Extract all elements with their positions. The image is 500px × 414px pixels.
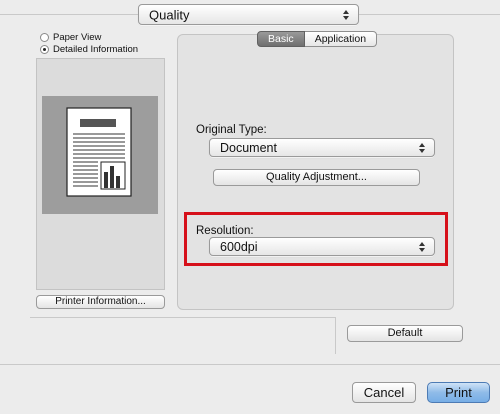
- print-label: Print: [445, 385, 472, 400]
- printer-information-label: Printer Information...: [55, 296, 146, 307]
- document-preview-icon: [66, 107, 132, 197]
- detailed-information-label: Detailed Information: [53, 44, 139, 55]
- middle-vertical-divider: [335, 317, 336, 354]
- resolution-highlight-box: [184, 212, 448, 266]
- cancel-label: Cancel: [363, 385, 405, 400]
- tab-application[interactable]: Application: [304, 31, 378, 47]
- cancel-button[interactable]: Cancel: [352, 382, 416, 403]
- tab-bar: Basic Application: [257, 31, 378, 47]
- settings-menu-value: Quality: [149, 7, 190, 22]
- default-label: Default: [387, 327, 423, 339]
- middle-divider: [30, 317, 335, 318]
- original-type-select[interactable]: Document: [209, 138, 435, 157]
- quality-adjustment-button[interactable]: Quality Adjustment...: [213, 169, 420, 186]
- detailed-information-radio[interactable]: [40, 45, 49, 54]
- preview-area: [42, 96, 158, 214]
- tab-application-label: Application: [314, 33, 367, 45]
- original-type-label: Original Type:: [196, 124, 267, 136]
- paper-view-radio[interactable]: [40, 33, 49, 42]
- detailed-information-option[interactable]: Detailed Information: [40, 44, 138, 55]
- print-button[interactable]: Print: [427, 382, 490, 403]
- top-divider: [0, 14, 138, 15]
- paper-view-option[interactable]: Paper View: [40, 32, 101, 43]
- tab-basic-label: Basic: [268, 33, 294, 45]
- paper-view-label: Paper View: [53, 32, 102, 43]
- original-type-value: Document: [220, 140, 277, 155]
- original-type-arrows-icon: [419, 142, 425, 153]
- default-button[interactable]: Default: [347, 325, 463, 342]
- printer-information-button[interactable]: Printer Information...: [36, 295, 165, 309]
- lower-divider: [0, 364, 500, 365]
- settings-menu-popup[interactable]: Quality: [138, 4, 359, 25]
- tab-basic[interactable]: Basic: [257, 31, 305, 47]
- quality-adjustment-label: Quality Adjustment...: [266, 171, 367, 183]
- top-divider-right: [359, 14, 500, 15]
- popup-arrows-icon: [343, 9, 349, 20]
